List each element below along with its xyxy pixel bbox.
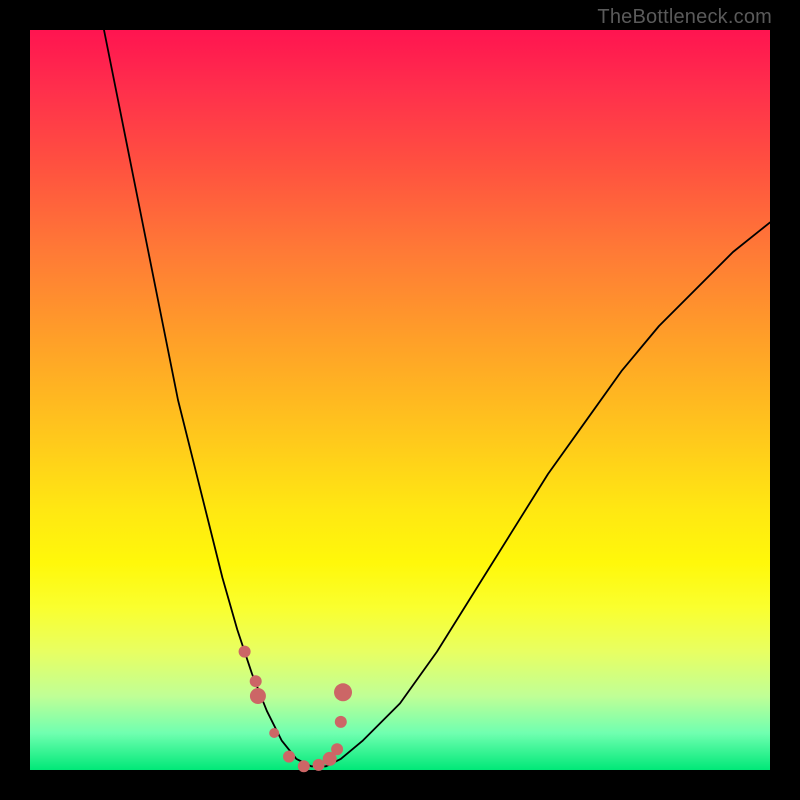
curve-marker [239,646,251,658]
chart-svg [30,30,770,770]
curve-marker [283,751,295,763]
curve-marker [269,728,279,738]
curve-marker [335,716,347,728]
attribution-text: TheBottleneck.com [597,6,772,29]
curve-marker [331,743,343,755]
chart-plot-area [30,30,770,770]
bottleneck-curve [104,30,770,766]
curve-marker [298,760,310,772]
marker-group [239,646,352,773]
curve-marker [250,688,266,704]
curve-marker [334,683,352,701]
curve-marker [313,759,325,771]
curve-marker [250,675,262,687]
